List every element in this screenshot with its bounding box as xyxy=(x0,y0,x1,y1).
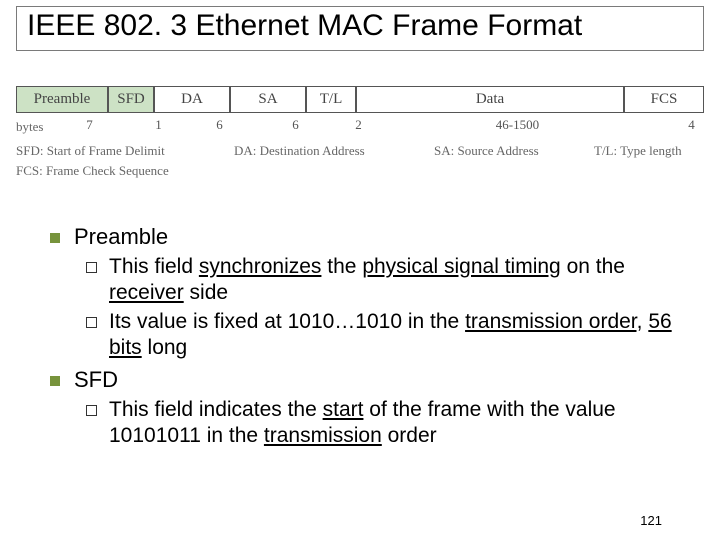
frame-bytes-row: bytes 7166246-15004 xyxy=(16,117,704,135)
frame-bytes-preamble: 7 xyxy=(43,117,135,135)
hollow-square-bullet-icon xyxy=(86,317,97,328)
t: receiver xyxy=(109,281,184,304)
frame-field-tl: T/L xyxy=(306,86,356,113)
t: This field indicates the xyxy=(109,398,323,421)
hollow-square-bullet-icon xyxy=(86,405,97,416)
bullet-label: SFD xyxy=(74,367,118,393)
bytes-cells: 7166246-15004 xyxy=(3,117,720,135)
square-bullet-icon xyxy=(50,376,60,386)
legend-row-1: SFD: Start of Frame DelimitDA: Destinati… xyxy=(16,143,704,159)
bullet-label: Preamble xyxy=(74,224,168,250)
legend-item: SFD: Start of Frame Delimit xyxy=(16,143,234,159)
bullet-preamble-sub2: Its value is fixed at 1010…1010 in the t… xyxy=(86,309,692,362)
t: This field xyxy=(109,255,199,278)
body-text: Preamble This field synchronizes the phy… xyxy=(50,218,692,452)
hollow-square-bullet-icon xyxy=(86,262,97,273)
square-bullet-icon xyxy=(50,233,60,243)
t: on the xyxy=(561,255,625,278)
t: side xyxy=(184,281,228,304)
legend-item: SA: Source Address xyxy=(434,143,594,159)
frame-field-sa: SA xyxy=(230,86,306,113)
frame-field-sfd: SFD xyxy=(108,86,154,113)
t: start xyxy=(323,398,364,421)
frame-header-row: PreambleSFDDASAT/LDataFCS xyxy=(16,86,704,113)
slide: IEEE 802. 3 Ethernet MAC Frame Format Pr… xyxy=(0,6,720,546)
frame-diagram: PreambleSFDDASAT/LDataFCS bytes 7166246-… xyxy=(16,86,704,179)
frame-bytes-fcs: 4 xyxy=(651,117,720,135)
t: transmission order, xyxy=(465,310,642,333)
t: the xyxy=(321,255,362,278)
frame-bytes-tl: 2 xyxy=(333,117,383,135)
bullet-text: This field synchronizes the physical sig… xyxy=(109,254,692,307)
page-title: IEEE 802. 3 Ethernet MAC Frame Format xyxy=(27,9,693,44)
t: order xyxy=(382,424,437,447)
bullet-text: This field indicates the start of the fr… xyxy=(109,397,692,450)
t: transmission xyxy=(264,424,382,447)
frame-field-da: DA xyxy=(154,86,230,113)
legend-row-2: FCS: Frame Check Sequence xyxy=(16,163,704,179)
t: synchronizes xyxy=(199,255,322,278)
legend-item: FCS: Frame Check Sequence xyxy=(16,163,704,179)
page-number: 121 xyxy=(640,513,662,528)
title-box: IEEE 802. 3 Ethernet MAC Frame Format xyxy=(16,6,704,51)
frame-bytes-sa: 6 xyxy=(257,117,333,135)
legend-item: DA: Destination Address xyxy=(234,143,434,159)
frame-field-fcs: FCS xyxy=(624,86,704,113)
bullet-text: Its value is fixed at 1010…1010 in the t… xyxy=(109,309,692,362)
frame-field-preamble: Preamble xyxy=(16,86,108,113)
frame-bytes-sfd: 1 xyxy=(135,117,181,135)
frame-bytes-data: 46-1500 xyxy=(383,117,651,135)
t: physical signal timing xyxy=(362,255,560,278)
bullet-preamble: Preamble xyxy=(50,224,692,250)
bullet-preamble-sub1: This field synchronizes the physical sig… xyxy=(86,254,692,307)
frame-field-data: Data xyxy=(356,86,624,113)
bullet-sfd: SFD xyxy=(50,367,692,393)
bullet-sfd-sub1: This field indicates the start of the fr… xyxy=(86,397,692,450)
legend-item: T/L: Type length xyxy=(594,143,704,159)
t: Its value is fixed at 1010…1010 in the xyxy=(109,310,465,333)
t: long xyxy=(142,336,188,359)
frame-bytes-da: 6 xyxy=(181,117,257,135)
